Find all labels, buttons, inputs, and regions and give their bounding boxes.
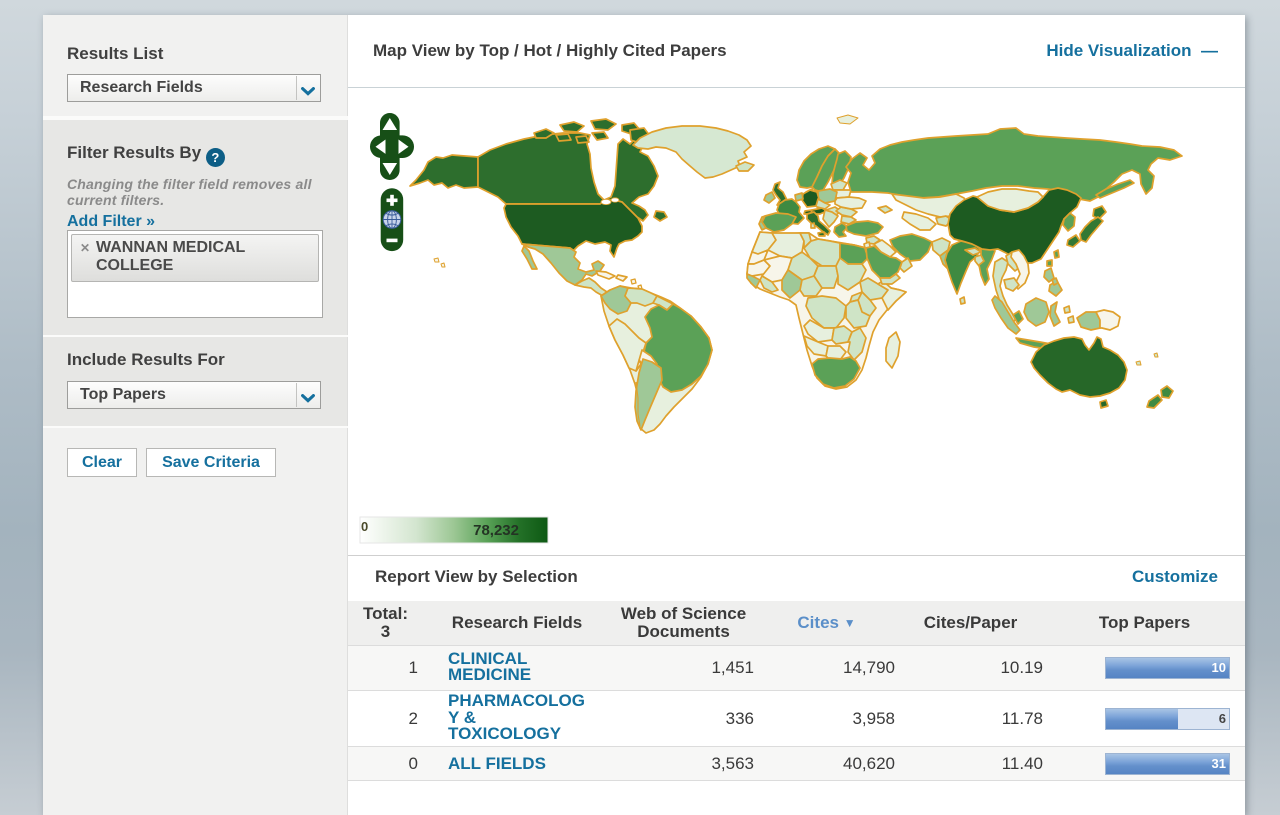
svg-text:0: 0	[361, 519, 368, 534]
svg-text:78,232: 78,232	[473, 522, 519, 539]
